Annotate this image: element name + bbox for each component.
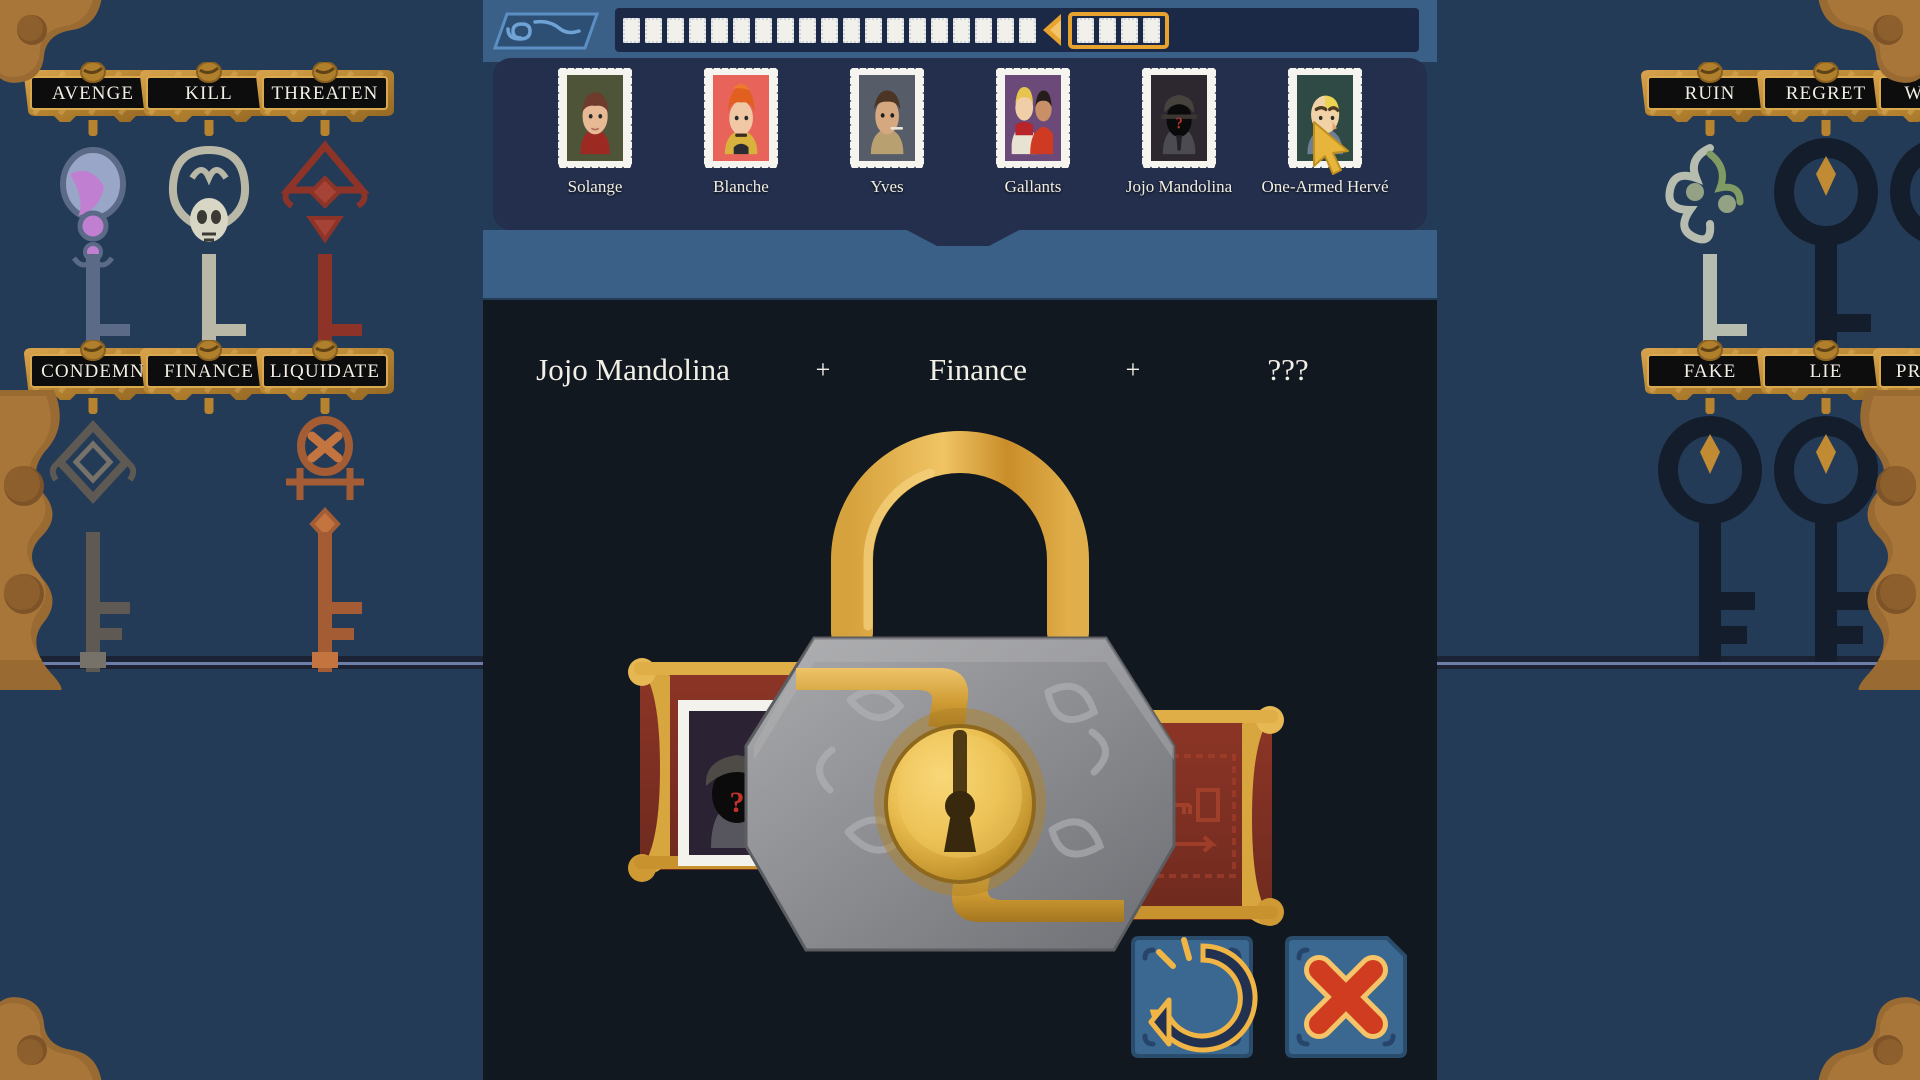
progress-stamp xyxy=(887,17,904,43)
side-plate-left-icon xyxy=(0,390,88,690)
hook-stem-icon xyxy=(1821,398,1831,414)
character-list: Solange Blanche Yves Gallants ? Jojo Man… xyxy=(523,68,1397,197)
plaque-label: THREATEN xyxy=(271,83,379,104)
progress-stamp-current xyxy=(1077,17,1094,43)
stamp-portrait-yves[interactable] xyxy=(850,68,924,168)
character-name: Solange xyxy=(567,177,623,196)
svg-text:?: ? xyxy=(730,786,745,819)
key-cross-copper[interactable] xyxy=(250,412,400,712)
hook-stem-icon xyxy=(204,398,214,414)
hook-stem-icon xyxy=(1705,120,1715,136)
plaque-label: FAKE xyxy=(1683,361,1737,382)
plaque-threaten[interactable]: THREATEN xyxy=(250,62,400,124)
stamp-portrait-unknown[interactable]: ? xyxy=(1142,68,1216,168)
hook-stem-icon xyxy=(88,120,98,136)
formula-row: Jojo Mandolina + Finance + ??? xyxy=(483,348,1437,392)
corner-bracket-bottom-left-icon xyxy=(0,934,114,1080)
character-blanche[interactable]: Blanche xyxy=(669,68,813,197)
formula-action: Finance xyxy=(928,352,1028,387)
hook-stem-icon xyxy=(1705,398,1715,414)
progress-stamp xyxy=(975,17,992,43)
plaque-label: REGRET xyxy=(1785,83,1867,104)
progress-current-group xyxy=(1068,11,1169,49)
plaque-label: FINANCE xyxy=(163,361,255,382)
character-jojo-mandolina[interactable]: ? Jojo Mandolina xyxy=(1107,68,1251,197)
side-plate-right-icon xyxy=(1832,390,1920,690)
svg-text:?: ? xyxy=(1176,114,1183,132)
progress-stamp xyxy=(799,17,816,43)
hook-stem-icon xyxy=(1821,120,1831,136)
progress-stamp xyxy=(733,17,750,43)
character-one-armed-herv-[interactable]: One-Armed Hervé xyxy=(1253,68,1397,197)
progress-track[interactable] xyxy=(615,8,1419,52)
character-yves[interactable]: Yves xyxy=(815,68,959,197)
progress-stamp xyxy=(931,17,948,43)
progress-stamp xyxy=(997,17,1014,43)
formula-target: ??? xyxy=(1267,352,1309,387)
character-gallants[interactable]: Gallants xyxy=(961,68,1105,197)
formula-plus-2: + xyxy=(1125,355,1141,384)
stamp-portrait-herve[interactable] xyxy=(1288,68,1362,175)
progress-stamp-current xyxy=(1143,17,1160,43)
progress-stamp xyxy=(667,17,684,43)
progress-stamp xyxy=(843,17,860,43)
corner-bracket-bottom-right-icon xyxy=(1806,934,1920,1080)
progress-stamp xyxy=(689,17,706,43)
progress-stamp xyxy=(1019,17,1036,43)
plaque-label: LIQUIDATE xyxy=(269,361,381,382)
character-name: Gallants xyxy=(1004,177,1062,196)
hook-stem-icon xyxy=(320,120,330,136)
top-bar: Solange Blanche Yves Gallants ? Jojo Man… xyxy=(483,0,1437,300)
game-screen: AVENGE KILL THREATEN CONDEMN FINANCE LIQ… xyxy=(0,0,1920,1080)
character-name: Yves xyxy=(870,177,904,196)
progress-stamp xyxy=(865,17,882,43)
key-slot-threaten[interactable]: THREATEN xyxy=(250,62,400,394)
progress-stamp xyxy=(777,17,794,43)
progress-stamp-current xyxy=(1121,17,1138,43)
right-key-panel: RUIN REGRET FAKE LIE PR xyxy=(1437,0,1920,1080)
character-name: Blanche xyxy=(713,177,769,196)
progress-stamp xyxy=(909,17,926,43)
shelf-notch-icon xyxy=(903,228,1023,246)
progress-stamp xyxy=(711,17,728,43)
progress-stamp xyxy=(755,17,772,43)
progress-stamp xyxy=(953,17,970,43)
character-panel: Solange Blanche Yves Gallants ? Jojo Man… xyxy=(493,58,1427,230)
character-solange[interactable]: Solange xyxy=(523,68,667,197)
main-stage: Jojo Mandolina + Finance + ??? ? xyxy=(483,300,1437,1080)
progress-stamp xyxy=(623,17,640,43)
progress-stamp xyxy=(821,17,838,43)
left-key-panel: AVENGE KILL THREATEN CONDEMN FINANCE LIQ… xyxy=(0,0,483,1080)
action-buttons xyxy=(1123,928,1415,1066)
character-name: One-Armed Hervé xyxy=(1261,177,1389,196)
plaque-label: AVENGE xyxy=(51,83,135,104)
hook-stem-icon xyxy=(88,398,98,414)
plaque-label: RUIN xyxy=(1684,83,1736,104)
key-slot-liquidate[interactable]: LIQUIDATE xyxy=(250,340,400,672)
hook-stem-icon xyxy=(204,120,214,136)
plaque-label: KILL xyxy=(185,83,233,104)
arrow-left-marker xyxy=(1041,12,1063,48)
progress-stamp xyxy=(645,17,662,43)
stamp-portrait-solange[interactable] xyxy=(558,68,632,168)
plaque-label: CONDEMN xyxy=(41,361,145,382)
padlock-large-icon[interactable]: ? xyxy=(483,400,1437,1020)
hook-stem-icon xyxy=(320,398,330,414)
plaque-liquidate[interactable]: LIQUIDATE xyxy=(250,340,400,402)
stamp-portrait-gallants[interactable] xyxy=(996,68,1070,168)
undo-button[interactable] xyxy=(1123,928,1261,1066)
formula-subject: Jojo Mandolina xyxy=(536,352,730,387)
character-name: Jojo Mandolina xyxy=(1125,177,1233,196)
progress-stamp-current xyxy=(1099,17,1116,43)
stamp-portrait-blanche[interactable] xyxy=(704,68,778,168)
scroll-wave-emblem-icon xyxy=(491,8,601,54)
formula-plus-1: + xyxy=(815,355,831,384)
plaque-label: PROTECT xyxy=(1895,361,1920,382)
plaque-label: WORRY xyxy=(1879,78,1920,110)
cancel-button[interactable] xyxy=(1277,928,1415,1066)
plaque-label: LIE xyxy=(1809,361,1843,382)
